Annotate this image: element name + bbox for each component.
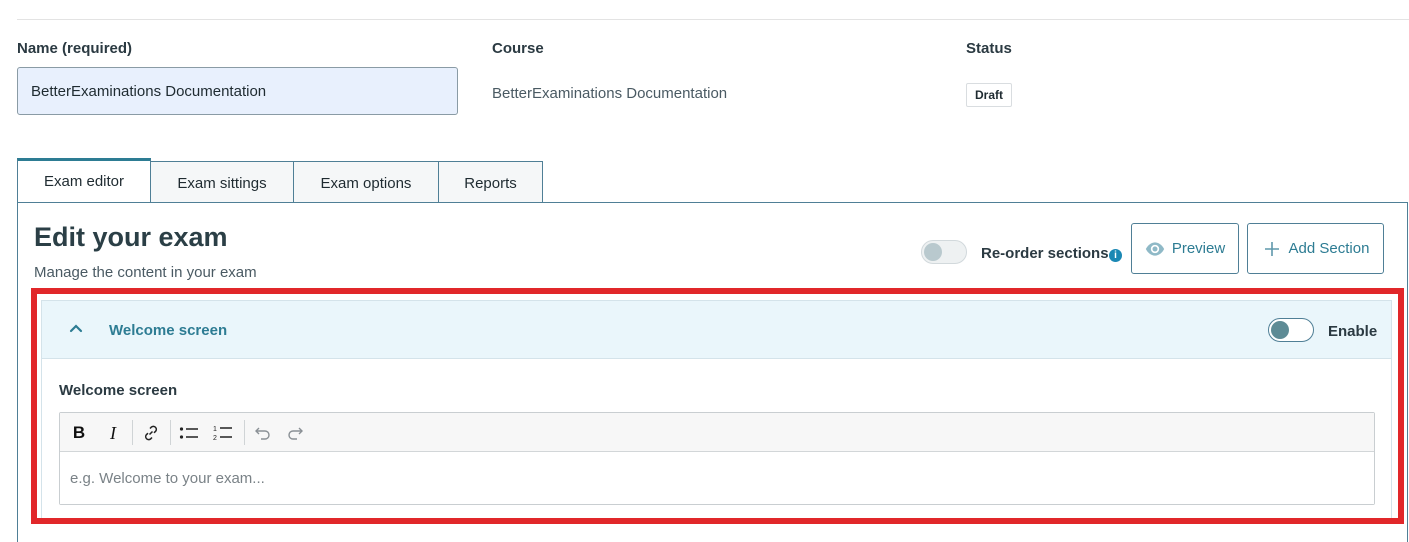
info-icon[interactable]: i — [1109, 249, 1122, 262]
plus-icon — [1264, 241, 1279, 256]
highlight-box — [31, 288, 1404, 524]
course-value: BetterExaminations Documentation — [492, 85, 728, 102]
tab-exam-sittings[interactable]: Exam sittings — [151, 161, 294, 205]
add-section-button-label: Add Section — [1288, 240, 1370, 257]
course-label: Course — [492, 40, 544, 57]
status-badge: Draft — [966, 83, 1013, 107]
reorder-sections-toggle[interactable] — [921, 240, 967, 264]
preview-button[interactable]: Preview — [1131, 223, 1239, 274]
top-divider — [17, 19, 1409, 20]
tab-exam-editor[interactable]: Exam editor — [17, 158, 151, 203]
add-section-button[interactable]: Add Section — [1247, 223, 1384, 274]
tab-reports[interactable]: Reports — [439, 161, 543, 205]
toggle-knob — [924, 243, 942, 261]
name-label: Name (required) — [17, 40, 133, 57]
page-subtitle: Manage the content in your exam — [34, 264, 257, 281]
name-input[interactable] — [17, 67, 458, 115]
tab-exam-options[interactable]: Exam options — [294, 161, 439, 205]
page-title: Edit your exam — [34, 222, 228, 252]
exam-tabs: Exam editor Exam sittings Exam options R… — [17, 158, 543, 205]
reorder-sections-label: Re-order sections — [981, 245, 1109, 262]
status-label: Status — [966, 40, 1012, 57]
eye-icon — [1145, 241, 1164, 256]
preview-button-label: Preview — [1171, 240, 1226, 257]
